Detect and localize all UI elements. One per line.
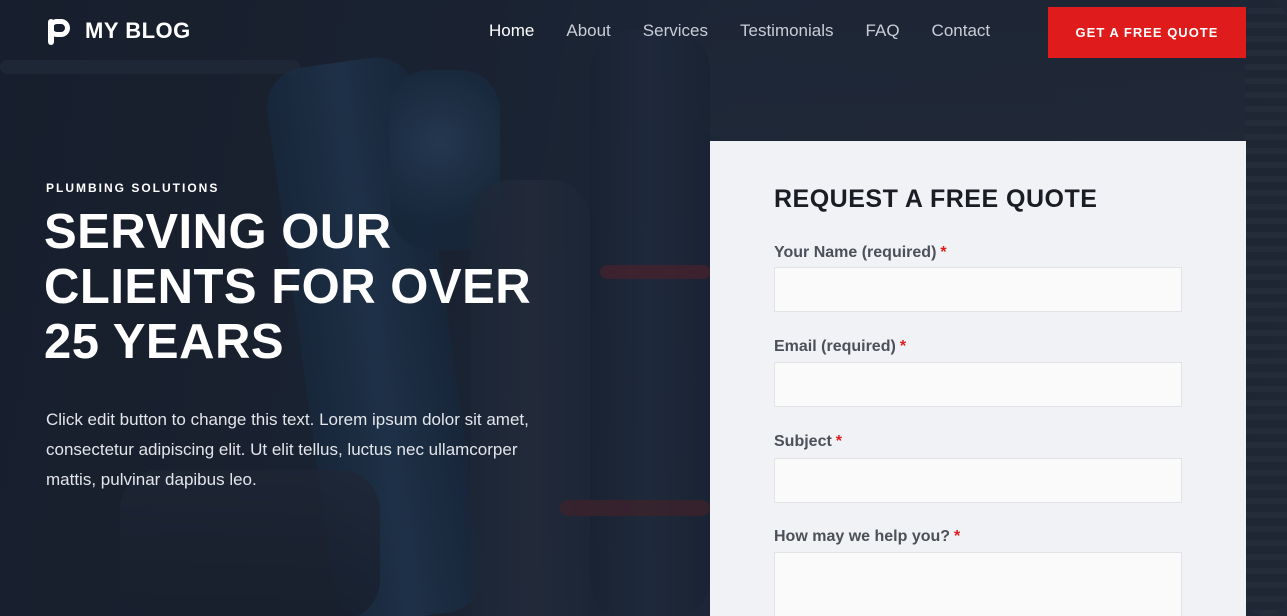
- email-input[interactable]: [774, 362, 1182, 407]
- logo-icon: [45, 17, 71, 45]
- nav-home[interactable]: Home: [489, 21, 534, 41]
- hero-headline-line: CLIENTS FOR OVER: [44, 260, 532, 314]
- name-input[interactable]: [774, 267, 1182, 312]
- hero-eyebrow: PLUMBING SOLUTIONS: [46, 181, 220, 195]
- required-marker: *: [954, 528, 961, 545]
- subject-label-text: Subject: [774, 433, 832, 450]
- required-marker: *: [899, 338, 907, 355]
- nav-about[interactable]: About: [566, 21, 610, 41]
- required-marker: *: [940, 244, 947, 261]
- form-title: REQUEST A FREE QUOTE: [774, 185, 1098, 213]
- email-field-label: Email (required) *: [774, 338, 906, 356]
- email-label-text: Email (required): [774, 338, 896, 355]
- main-nav: Home About Services Testimonials FAQ Con…: [489, 21, 990, 41]
- subject-field-label: Subject *: [774, 433, 842, 451]
- hero-headline-line: SERVING OUR: [44, 205, 392, 259]
- message-textarea[interactable]: [774, 552, 1182, 616]
- name-field-label: Your Name (required) *: [774, 244, 947, 262]
- message-field-label: How may we help you? *: [774, 528, 960, 546]
- message-label-text: How may we help you?: [774, 528, 951, 545]
- required-marker: *: [835, 433, 843, 450]
- name-label-text: Your Name (required): [774, 244, 937, 261]
- hero-body-text: Click edit button to change this text. L…: [46, 410, 529, 489]
- quote-form-card: REQUEST A FREE QUOTE Your Name (required…: [710, 141, 1246, 616]
- hero-headline-line: 25 YEARS: [44, 315, 285, 369]
- nav-contact[interactable]: Contact: [932, 21, 991, 41]
- nav-services[interactable]: Services: [643, 21, 708, 41]
- nav-testimonials[interactable]: Testimonials: [740, 21, 834, 41]
- subject-input[interactable]: [774, 458, 1182, 503]
- site-logo[interactable]: MY BLOG: [45, 17, 191, 45]
- hero-headline: SERVING OUR CLIENTS FOR OVER 25 YEARS: [44, 205, 604, 370]
- site-header: MY BLOG Home About Services Testimonials…: [0, 0, 1287, 64]
- get-free-quote-button[interactable]: GET A FREE QUOTE: [1048, 7, 1246, 58]
- nav-faq[interactable]: FAQ: [866, 21, 900, 41]
- logo-text: MY BLOG: [85, 18, 191, 43]
